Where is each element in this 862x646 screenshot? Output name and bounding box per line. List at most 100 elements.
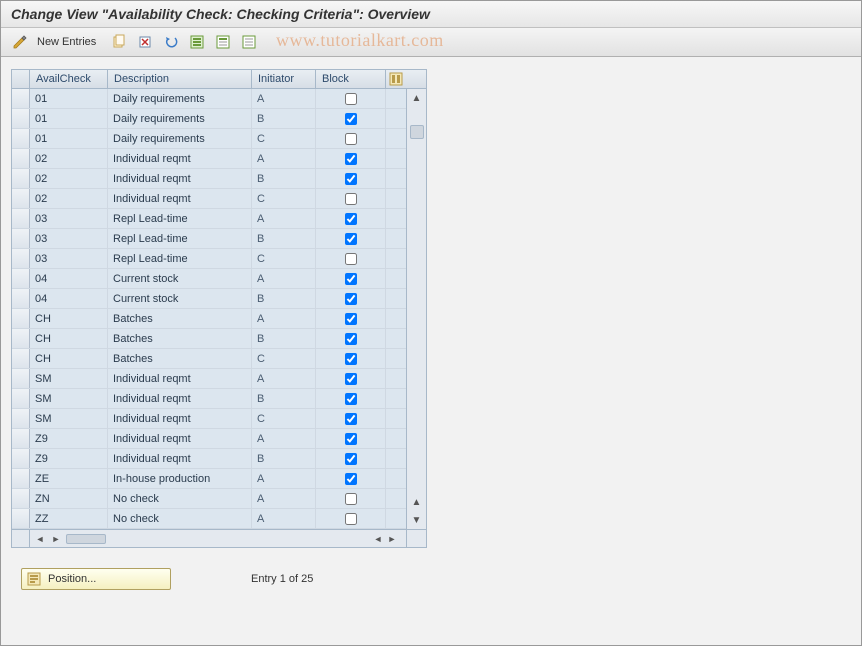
cell-initiator[interactable]: B (252, 389, 316, 408)
cell-initiator[interactable]: A (252, 89, 316, 108)
cell-initiator[interactable]: B (252, 169, 316, 188)
table-row[interactable]: 03Repl Lead-timeA (12, 209, 406, 229)
table-row[interactable]: 02Individual reqmtC (12, 189, 406, 209)
row-selector[interactable] (12, 429, 30, 448)
col-header-availcheck[interactable]: AvailCheck (30, 70, 108, 88)
table-row[interactable]: 01Daily requirementsC (12, 129, 406, 149)
row-selector[interactable] (12, 469, 30, 488)
cell-initiator[interactable]: B (252, 289, 316, 308)
cell-initiator[interactable]: B (252, 229, 316, 248)
table-settings-icon[interactable] (386, 70, 406, 88)
block-checkbox[interactable] (345, 473, 357, 485)
block-checkbox[interactable] (345, 93, 357, 105)
cell-initiator[interactable]: A (252, 149, 316, 168)
row-selector[interactable] (12, 389, 30, 408)
table-row[interactable]: Z9Individual reqmtA (12, 429, 406, 449)
cell-availcheck[interactable]: 02 (30, 149, 108, 168)
table-row[interactable]: 04Current stockA (12, 269, 406, 289)
change-icon[interactable] (9, 31, 31, 53)
block-checkbox[interactable] (345, 113, 357, 125)
select-all-icon[interactable] (186, 31, 208, 53)
cell-initiator[interactable]: A (252, 489, 316, 508)
block-checkbox[interactable] (345, 313, 357, 325)
row-selector[interactable] (12, 269, 30, 288)
row-selector[interactable] (12, 149, 30, 168)
scroll-left-icon[interactable]: ◄ (34, 533, 46, 545)
table-row[interactable]: 01Daily requirementsB (12, 109, 406, 129)
block-checkbox[interactable] (345, 453, 357, 465)
cell-availcheck[interactable]: ZE (30, 469, 108, 488)
cell-availcheck[interactable]: CH (30, 349, 108, 368)
cell-availcheck[interactable]: 02 (30, 169, 108, 188)
table-row[interactable]: 03Repl Lead-timeB (12, 229, 406, 249)
col-header-description[interactable]: Description (108, 70, 252, 88)
cell-availcheck[interactable]: ZN (30, 489, 108, 508)
scroll-down-icon[interactable]: ▲ (410, 495, 424, 509)
cell-availcheck[interactable]: CH (30, 309, 108, 328)
cell-availcheck[interactable]: 01 (30, 89, 108, 108)
block-checkbox[interactable] (345, 333, 357, 345)
cell-availcheck[interactable]: SM (30, 369, 108, 388)
block-checkbox[interactable] (345, 133, 357, 145)
block-checkbox[interactable] (345, 373, 357, 385)
new-entries-button[interactable]: New Entries (35, 36, 104, 48)
deselect-all-icon[interactable] (238, 31, 260, 53)
block-checkbox[interactable] (345, 233, 357, 245)
vertical-scrollbar[interactable]: ▲ ▲ ▼ (406, 89, 426, 529)
row-selector[interactable] (12, 509, 30, 528)
scrollbar-thumb[interactable] (410, 125, 424, 139)
cell-availcheck[interactable]: ZZ (30, 509, 108, 528)
cell-initiator[interactable]: B (252, 109, 316, 128)
undo-icon[interactable] (160, 31, 182, 53)
scroll-down-icon-2[interactable]: ▼ (410, 513, 424, 527)
horizontal-scrollbar[interactable]: ◄ ► ◄ ► (12, 529, 426, 547)
block-checkbox[interactable] (345, 173, 357, 185)
delete-icon[interactable] (134, 31, 156, 53)
table-row[interactable]: CHBatchesB (12, 329, 406, 349)
cell-initiator[interactable]: A (252, 309, 316, 328)
cell-availcheck[interactable]: 01 (30, 129, 108, 148)
row-selector[interactable] (12, 349, 30, 368)
row-selector[interactable] (12, 189, 30, 208)
cell-initiator[interactable]: C (252, 349, 316, 368)
table-row[interactable]: 02Individual reqmtA (12, 149, 406, 169)
cell-availcheck[interactable]: 04 (30, 269, 108, 288)
table-row[interactable]: ZNNo checkA (12, 489, 406, 509)
block-checkbox[interactable] (345, 213, 357, 225)
select-block-icon[interactable] (212, 31, 234, 53)
block-checkbox[interactable] (345, 353, 357, 365)
cell-initiator[interactable]: C (252, 129, 316, 148)
cell-initiator[interactable]: A (252, 369, 316, 388)
table-row[interactable]: 03Repl Lead-timeC (12, 249, 406, 269)
cell-availcheck[interactable]: 01 (30, 109, 108, 128)
row-selector[interactable] (12, 209, 30, 228)
block-checkbox[interactable] (345, 393, 357, 405)
table-row[interactable]: CHBatchesC (12, 349, 406, 369)
block-checkbox[interactable] (345, 153, 357, 165)
cell-availcheck[interactable]: 02 (30, 189, 108, 208)
block-checkbox[interactable] (345, 273, 357, 285)
row-selector[interactable] (12, 369, 30, 388)
table-row[interactable]: 04Current stockB (12, 289, 406, 309)
cell-initiator[interactable]: C (252, 249, 316, 268)
block-checkbox[interactable] (345, 433, 357, 445)
hscrollbar-thumb[interactable] (66, 534, 106, 544)
row-selector[interactable] (12, 229, 30, 248)
cell-initiator[interactable]: A (252, 509, 316, 528)
cell-availcheck[interactable]: SM (30, 409, 108, 428)
row-selector[interactable] (12, 449, 30, 468)
table-row[interactable]: ZEIn-house productionA (12, 469, 406, 489)
row-selector[interactable] (12, 89, 30, 108)
cell-availcheck[interactable]: Z9 (30, 449, 108, 468)
scroll-right-icon[interactable]: ► (386, 533, 398, 545)
cell-availcheck[interactable]: 03 (30, 229, 108, 248)
cell-initiator[interactable]: A (252, 209, 316, 228)
table-row[interactable]: SMIndividual reqmtC (12, 409, 406, 429)
cell-availcheck[interactable]: 03 (30, 249, 108, 268)
row-selector[interactable] (12, 489, 30, 508)
block-checkbox[interactable] (345, 493, 357, 505)
block-checkbox[interactable] (345, 413, 357, 425)
cell-initiator[interactable]: A (252, 469, 316, 488)
cell-initiator[interactable]: B (252, 329, 316, 348)
table-row[interactable]: ZZNo checkA (12, 509, 406, 529)
